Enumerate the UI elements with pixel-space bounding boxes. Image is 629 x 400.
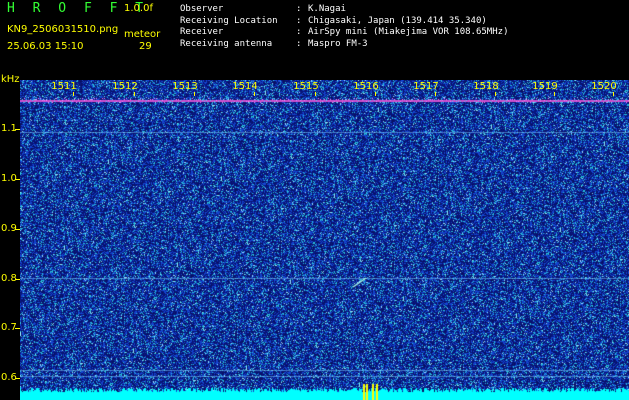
y-tick-mark xyxy=(15,179,20,180)
location-value: Chigasaki, Japan (139.414 35.340) xyxy=(308,15,487,26)
observer-value: K.Nagai xyxy=(308,4,346,14)
meteor-count: 29 xyxy=(139,41,152,52)
x-tick-label: 1511 xyxy=(51,81,77,92)
y-tick-mark xyxy=(15,229,20,230)
x-tick-mark xyxy=(315,92,316,96)
header-panel: H R O F F T 1.0.0f KN9_2506031510.png 25… xyxy=(0,0,629,72)
filename-label: KN9_2506031510.png xyxy=(7,24,119,35)
x-tick-label: 1514 xyxy=(232,81,258,92)
x-tick-label: 1519 xyxy=(532,81,558,92)
y-tick-mark xyxy=(15,328,20,329)
receiver-value: AirSpy mini (Miakejima VOR 108.65MHz) xyxy=(308,27,509,37)
antenna-value: Maspro FM-3 xyxy=(308,38,368,49)
x-tick-mark xyxy=(495,92,496,96)
x-tick-mark xyxy=(73,92,74,96)
x-tick-mark xyxy=(194,92,195,96)
x-tick-label: 1515 xyxy=(293,81,319,92)
x-tick-label: 1512 xyxy=(112,81,138,92)
spectrogram[interactable] xyxy=(20,80,629,400)
x-tick-mark xyxy=(375,92,376,96)
x-tick-label: 1520 xyxy=(591,81,617,92)
x-tick-mark xyxy=(613,92,614,96)
x-tick-mark xyxy=(254,92,255,96)
x-tick-mark xyxy=(554,92,555,96)
y-tick-mark xyxy=(15,129,20,130)
x-tick-mark xyxy=(435,92,436,96)
y-tick-mark xyxy=(15,279,20,280)
version-label: 1.0.0f xyxy=(124,3,153,14)
info-row-antenna: Receiving antenna: Maspro FM-3 xyxy=(180,38,368,49)
x-tick-label: 1513 xyxy=(172,81,198,92)
x-tick-label: 1518 xyxy=(473,81,499,92)
observation-info: Observer: K.Nagai Receiving Location: Chig… xyxy=(180,4,508,50)
y-axis-unit: kHz xyxy=(1,74,20,85)
x-tick-mark xyxy=(134,92,135,96)
meteor-label: meteor xyxy=(124,29,161,40)
y-tick-mark xyxy=(15,378,20,379)
info-row-observer: Observer: K.Nagai xyxy=(180,4,346,14)
info-row-receiver: Receiver: AirSpy mini (Miakejima VOR 108.… xyxy=(180,27,509,37)
datetime-label: 25.06.03 15:10 xyxy=(7,41,84,52)
x-tick-label: 1516 xyxy=(353,81,379,92)
x-tick-label: 1517 xyxy=(413,81,439,92)
info-row-location: Receiving Location: Chigasaki, Japan (139… xyxy=(180,15,487,26)
